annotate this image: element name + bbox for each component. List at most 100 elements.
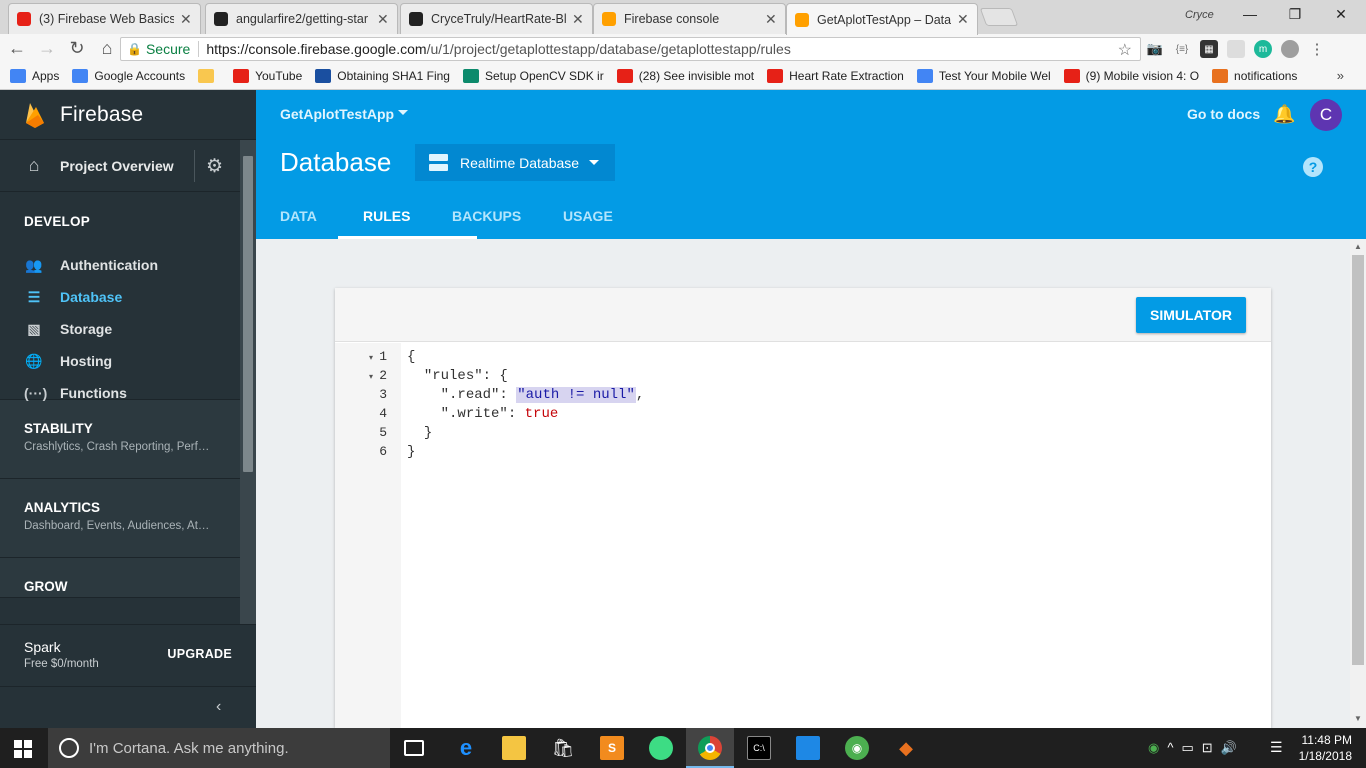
terminal-icon[interactable]: C:\	[747, 736, 771, 760]
simulator-button[interactable]: SIMULATOR	[1136, 297, 1246, 333]
fold-arrow-icon[interactable]: ▾	[369, 372, 373, 381]
page-scrollbar[interactable]: ▲ ▼	[1350, 239, 1366, 728]
profile-name[interactable]: Cryce	[1185, 9, 1214, 21]
json-viewer-icon[interactable]: {≡}	[1173, 40, 1191, 58]
restore-icon[interactable]: ❐	[1285, 6, 1305, 24]
cortana-search[interactable]: I'm Cortana. Ask me anything.	[48, 728, 390, 768]
avatar[interactable]: C	[1310, 99, 1342, 131]
close-tab-icon[interactable]: ✕	[180, 11, 192, 28]
firebase-sidebar: Firebase ⌂ Project Overview ⚙ DEVELOP 👥 A…	[0, 90, 256, 728]
android-studio-icon[interactable]	[649, 736, 673, 760]
bookmark-item[interactable]: YouTube	[233, 69, 302, 83]
browser-tab[interactable]: angularfire2/getting-star ✕	[205, 3, 398, 34]
bookmark-item[interactable]	[198, 69, 220, 83]
browser-tab[interactable]: GetAplotTestApp – Datab ✕	[786, 3, 978, 35]
tab-backups[interactable]: BACKUPS	[452, 208, 563, 239]
home-icon: ⌂	[28, 155, 40, 175]
bookmark-item[interactable]: Google Accounts	[72, 69, 185, 83]
home-icon[interactable]: ⌂	[94, 36, 120, 62]
git-icon[interactable]: ◆	[894, 736, 918, 760]
page-scroll-thumb[interactable]	[1352, 255, 1364, 665]
network-icon[interactable]: ⊡	[1202, 740, 1213, 756]
rules-code-editor[interactable]: { "rules": { ".read": "auth != null", ".…	[407, 348, 644, 462]
close-tab-icon[interactable]: ✕	[377, 11, 389, 28]
film-icon[interactable]: ▦	[1200, 40, 1218, 58]
menu-icon[interactable]: ⋮	[1308, 40, 1326, 58]
volume-icon[interactable]: 🔊	[1221, 740, 1237, 756]
chevron-up-icon[interactable]: ^	[1167, 740, 1173, 756]
sidebar-item-authentication[interactable]: 👥 Authentication	[0, 249, 256, 281]
forward-icon[interactable]: →	[34, 36, 60, 62]
scroll-down-icon[interactable]: ▼	[1354, 714, 1362, 723]
bookmark-item[interactable]: Test Your Mobile Wel	[916, 69, 1051, 83]
browser-tab[interactable]: CryceTruly/HeartRate-Blo ✕	[400, 3, 593, 34]
firebase-brand[interactable]: Firebase	[0, 90, 256, 140]
reload-icon[interactable]: ↻	[64, 36, 90, 62]
bookmarks-overflow-icon[interactable]: »	[1337, 68, 1344, 83]
back-icon[interactable]: ←	[4, 36, 30, 62]
task-view-icon[interactable]	[404, 740, 424, 756]
bookmark-item[interactable]: (9) Mobile vision 4: O	[1063, 69, 1199, 83]
battery-icon[interactable]: ▭	[1181, 740, 1193, 756]
browser-tab[interactable]: (3) Firebase Web Basics - ✕	[8, 3, 201, 34]
tab-usage[interactable]: USAGE	[563, 208, 613, 239]
help-icon[interactable]: ?	[1303, 157, 1323, 177]
stability-section[interactable]: STABILITY Crashlytics, Crash Reporting, …	[0, 400, 256, 479]
store-icon[interactable]: 🛍	[551, 736, 575, 760]
bookmark-item[interactable]: (28) See invisible mot	[616, 69, 754, 83]
minimize-icon[interactable]: —	[1240, 6, 1260, 24]
collapse-sidebar[interactable]: ‹	[0, 686, 256, 728]
close-tab-icon[interactable]: ✕	[572, 11, 584, 28]
shield-icon[interactable]	[1281, 40, 1299, 58]
analytics-section[interactable]: ANALYTICS Dashboard, Events, Audiences, …	[0, 479, 256, 558]
bookmark-item[interactable]: Apps	[10, 69, 59, 83]
new-tab-button[interactable]	[979, 8, 1019, 26]
close-window-icon[interactable]: ✕	[1331, 6, 1351, 24]
file-explorer-icon[interactable]	[502, 736, 526, 760]
mercury-icon[interactable]: m	[1254, 40, 1272, 58]
tab-rules[interactable]: RULES	[338, 208, 477, 239]
wifi-hotspot-icon[interactable]: ◉	[845, 736, 869, 760]
project-selector[interactable]: GetAplotTestApp	[280, 106, 394, 122]
sidebar-item-storage[interactable]: ▧ Storage	[0, 313, 256, 345]
project-overview-label: Project Overview	[60, 157, 174, 174]
chevron-down-icon[interactable]	[398, 110, 408, 115]
bell-icon[interactable]: 🔔	[1273, 104, 1295, 125]
extension-icon[interactable]	[1227, 40, 1245, 58]
action-center-icon[interactable]: ☰	[1270, 739, 1283, 756]
code-line: "rules": {	[407, 367, 644, 386]
gear-icon[interactable]: ⚙	[206, 155, 223, 178]
camera-icon[interactable]: 📷	[1146, 40, 1164, 58]
grow-section[interactable]: GROW	[0, 558, 256, 598]
bookmark-item[interactable]: Heart Rate Extraction	[767, 69, 904, 83]
project-overview[interactable]: ⌂ Project Overview ⚙	[0, 140, 256, 192]
wifi-tray-icon[interactable]: ◉	[1148, 740, 1159, 756]
sidebar-scroll-thumb[interactable]	[243, 156, 253, 472]
fold-arrow-icon[interactable]: ▾	[369, 353, 373, 362]
clock[interactable]: 11:48 PM 1/18/2018	[1296, 732, 1352, 764]
upgrade-button[interactable]: UPGRADE	[167, 647, 232, 661]
url-path: /u/1/project/getaplottestapp/database/ge…	[426, 41, 791, 57]
line-number-gutter: 1 ▾ 2 ▾ 3 4 5 6	[335, 343, 401, 728]
windows-start-icon[interactable]	[14, 740, 32, 758]
close-tab-icon[interactable]: ✕	[957, 11, 969, 28]
bookmark-item[interactable]: Setup OpenCV SDK ir	[462, 69, 604, 83]
tab-data[interactable]: DATA	[280, 208, 363, 239]
edge-icon[interactable]: e	[454, 735, 478, 760]
scroll-up-icon[interactable]: ▲	[1354, 242, 1362, 251]
close-tab-icon[interactable]: ✕	[765, 11, 777, 28]
database-type-selector[interactable]: Realtime Database	[415, 144, 615, 181]
chrome-icon[interactable]	[698, 736, 722, 760]
browser-tab[interactable]: Firebase console ✕	[593, 3, 786, 34]
control-panel-icon[interactable]	[796, 736, 820, 760]
sidebar-item-hosting[interactable]: 🌐 Hosting	[0, 345, 256, 377]
address-bar[interactable]: 🔒 Secure https://console.firebase.google…	[120, 37, 1141, 61]
go-to-docs-link[interactable]: Go to docs	[1187, 106, 1260, 122]
github-icon	[214, 12, 228, 26]
sublime-icon[interactable]: S	[600, 736, 624, 760]
sidebar-item-database[interactable]: ☰ Database	[0, 281, 256, 313]
bookmark-item[interactable]: Obtaining SHA1 Fing	[315, 69, 450, 83]
bookmark-star-icon[interactable]: ☆	[1118, 40, 1132, 60]
github-icon	[409, 12, 423, 26]
bookmark-item[interactable]: notifications	[1212, 69, 1297, 83]
